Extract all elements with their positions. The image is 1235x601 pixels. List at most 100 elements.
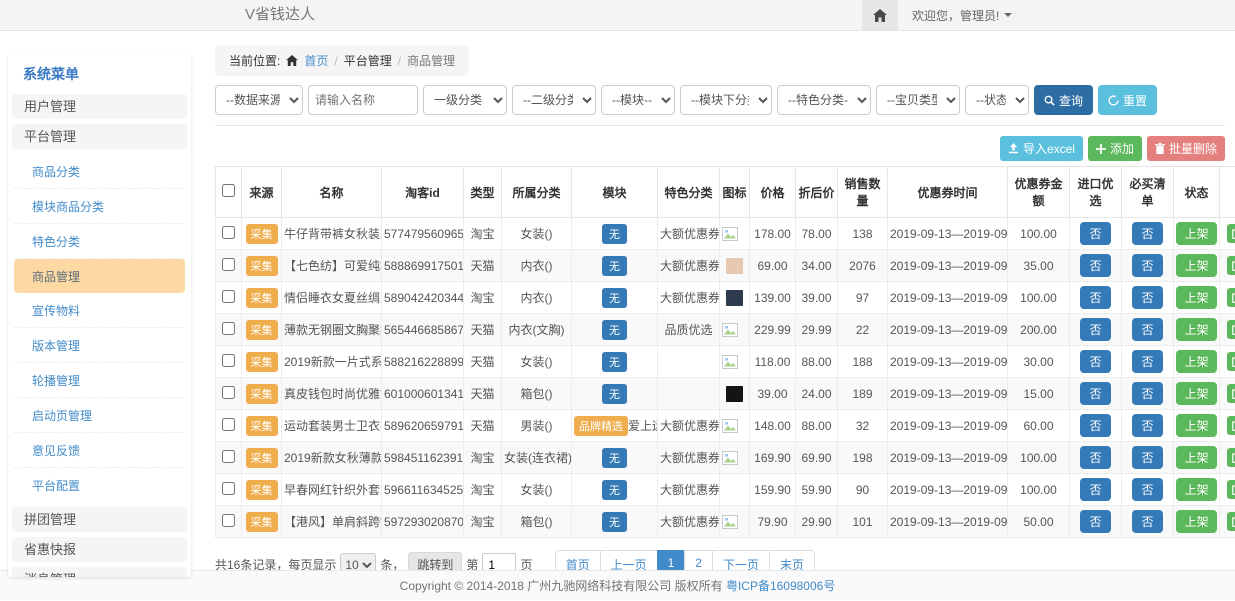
import-excel-button[interactable]: 导入excel (1000, 136, 1083, 161)
sidebar-item-消息管理[interactable]: 消息管理 (12, 567, 187, 577)
sidebar-item-平台管理[interactable]: 平台管理 (12, 124, 187, 149)
must-buy-flag-button[interactable]: 否 (1132, 350, 1162, 373)
row-checkbox[interactable] (222, 322, 235, 335)
import-flag-button[interactable]: 否 (1080, 478, 1110, 501)
import-flag-button[interactable]: 否 (1080, 414, 1110, 437)
sidebar-subitem-商品分类[interactable]: 商品分类 (14, 154, 185, 189)
must-buy-flag-button[interactable]: 否 (1132, 254, 1162, 277)
sidebar-item-用户管理[interactable]: 用户管理 (12, 94, 187, 119)
sidebar-subitem-版本管理[interactable]: 版本管理 (14, 328, 185, 363)
filter-select-data-source[interactable]: --数据来源-- (215, 85, 303, 115)
coupon-amount: 200.00 (1008, 314, 1070, 346)
sidebar-subitem-平台配置[interactable]: 平台配置 (14, 468, 185, 502)
sidebar-subitem-启动页管理[interactable]: 启动页管理 (14, 398, 185, 433)
edit-button[interactable] (1227, 416, 1235, 435)
sidebar-item-拼团管理[interactable]: 拼团管理 (12, 507, 187, 532)
import-flag-button[interactable]: 否 (1080, 510, 1110, 533)
must-buy-flag-button[interactable]: 否 (1132, 382, 1162, 405)
filter-select-category-l2[interactable]: --二级分类-- (512, 85, 596, 115)
column-header-来源: 来源 (242, 167, 282, 218)
name-search-input[interactable] (308, 85, 418, 115)
import-flag-cell: 否 (1070, 474, 1122, 506)
edit-button[interactable] (1227, 288, 1235, 307)
import-flag-button[interactable]: 否 (1080, 318, 1110, 341)
module-cell: 无 (572, 282, 658, 314)
taoke-id: 577479560965 (382, 218, 464, 250)
row-checkbox[interactable] (222, 258, 235, 271)
edit-button[interactable] (1227, 352, 1235, 371)
must-buy-flag-button[interactable]: 否 (1132, 446, 1162, 469)
status-button[interactable]: 上架 (1176, 254, 1216, 277)
status-button[interactable]: 上架 (1176, 318, 1216, 341)
search-button[interactable]: 查询 (1034, 85, 1093, 115)
edit-button[interactable] (1227, 320, 1235, 339)
must-buy-flag-button[interactable]: 否 (1132, 414, 1162, 437)
sidebar-subitem-轮播管理[interactable]: 轮播管理 (14, 363, 185, 398)
edit-button[interactable] (1227, 448, 1235, 467)
status-cell: 上架 (1174, 346, 1220, 378)
status-button[interactable]: 上架 (1176, 510, 1216, 533)
sidebar-item-省惠快报[interactable]: 省惠快报 (12, 537, 187, 562)
status-button[interactable]: 上架 (1176, 222, 1216, 245)
row-checkbox[interactable] (222, 386, 235, 399)
home-button[interactable] (862, 0, 898, 30)
import-flag-button[interactable]: 否 (1080, 446, 1110, 469)
filter-select-module[interactable]: --模块-- (601, 85, 675, 115)
import-flag-button[interactable]: 否 (1080, 254, 1110, 277)
import-flag-button[interactable]: 否 (1080, 286, 1110, 309)
filter-select-item-type[interactable]: --宝贝类型-- (876, 85, 960, 115)
must-buy-flag-button[interactable]: 否 (1132, 510, 1162, 533)
icp-link[interactable]: 粤ICP备16098006号 (726, 579, 835, 593)
filter-select-feature-category[interactable]: --特色分类-- (777, 85, 871, 115)
import-flag-button[interactable]: 否 (1080, 222, 1110, 245)
add-button[interactable]: 添加 (1088, 136, 1142, 161)
import-flag-button[interactable]: 否 (1080, 382, 1110, 405)
row-checkbox[interactable] (222, 514, 235, 527)
breadcrumb-item[interactable]: 平台管理 (344, 52, 392, 69)
user-menu[interactable]: 欢迎您，管理员! (898, 0, 1026, 30)
must-buy-flag-button[interactable]: 否 (1132, 222, 1162, 245)
edit-button[interactable] (1227, 512, 1235, 531)
edit-button[interactable] (1227, 256, 1235, 275)
must-buy-flag-button[interactable]: 否 (1132, 318, 1162, 341)
sidebar-subitem-意见反馈[interactable]: 意见反馈 (14, 433, 185, 468)
row-checkbox[interactable] (222, 450, 235, 463)
select-all-checkbox[interactable] (222, 184, 235, 197)
filter-select-category-l1[interactable]: 一级分类 (423, 85, 507, 115)
sidebar-subitem-模块商品分类[interactable]: 模块商品分类 (14, 189, 185, 224)
row-checkbox[interactable] (222, 290, 235, 303)
status-button[interactable]: 上架 (1176, 446, 1216, 469)
row-checkbox[interactable] (222, 226, 235, 239)
coupon-time: 2019-09-13—2019-09-15 (888, 410, 1008, 442)
status-button[interactable]: 上架 (1176, 478, 1216, 501)
must-buy-flag-button[interactable]: 否 (1132, 478, 1162, 501)
operations-cell (1220, 282, 1235, 314)
row-checkbox[interactable] (222, 482, 235, 495)
main-content: 当前位置: 首页 / 平台管理 / 商品管理 --数据来源--一级分类--二级分… (215, 45, 1225, 579)
sidebar-subitem-商品管理[interactable]: 商品管理 (14, 259, 185, 293)
filter-select-module-sub[interactable]: --模块下分类-- (680, 85, 772, 115)
import-flag-button[interactable]: 否 (1080, 350, 1110, 373)
sales-count: 189 (838, 378, 888, 410)
status-button[interactable]: 上架 (1176, 286, 1216, 309)
batch-delete-button[interactable]: 批量删除 (1147, 136, 1225, 161)
sidebar-subitem-特色分类[interactable]: 特色分类 (14, 224, 185, 259)
filter-select-status[interactable]: --状态-- (965, 85, 1029, 115)
must-buy-flag-button[interactable]: 否 (1132, 286, 1162, 309)
row-checkbox[interactable] (222, 354, 235, 367)
table-row: 采集运动套装男士卫衣初秋...589620659791天猫男装()品牌精选爱上运… (216, 410, 1235, 442)
status-button[interactable]: 上架 (1176, 350, 1216, 373)
status-button[interactable]: 上架 (1176, 414, 1216, 437)
breadcrumb-home-link[interactable]: 首页 (304, 52, 328, 69)
reset-button[interactable]: 重置 (1098, 85, 1157, 115)
price: 139.00 (750, 282, 796, 314)
sales-count: 198 (838, 442, 888, 474)
top-bar: V省钱达人 欢迎您，管理员! (0, 0, 1235, 31)
sidebar-subitem-宣传物料[interactable]: 宣传物料 (14, 293, 185, 328)
status-button[interactable]: 上架 (1176, 382, 1216, 405)
row-checkbox[interactable] (222, 418, 235, 431)
edit-button[interactable] (1227, 384, 1235, 403)
edit-button[interactable] (1227, 480, 1235, 499)
edit-button[interactable] (1227, 224, 1235, 243)
must-buy-cell: 否 (1122, 218, 1174, 250)
